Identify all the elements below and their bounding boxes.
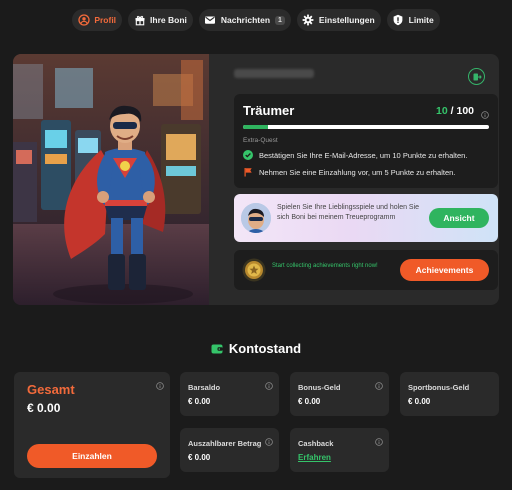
quest-info-icon[interactable] [481,106,489,124]
quest-score: 10 / 100 [436,105,474,117]
mail-icon [204,14,217,27]
quest-task-email-text: Bestätigen Sie Ihre E-Mail-Adresse, um 1… [259,150,468,160]
balance-value: € 0.00 [188,453,211,462]
wallet-icon [211,344,223,354]
logout-button[interactable] [468,68,485,85]
medal-icon [242,258,266,282]
tab-einstellungen-label: Einstellungen [318,15,375,25]
achievements-card: Start collecting achievements right now!… [234,250,498,290]
balance-card-auszahlbarer-betrag: Auszahlbarer Betrag € 0.00 [180,428,279,472]
tab-limite-label: Limite [408,15,434,25]
balance-card-cashback: Cashback Erfahren [290,428,389,472]
achievements-button[interactable]: Achievements [400,259,489,281]
tab-profil[interactable]: Profil [72,9,123,31]
info-icon[interactable] [265,433,273,451]
tab-limite[interactable]: Limite [386,9,440,31]
username-blurred [234,69,314,78]
total-balance-value: € 0.00 [27,401,61,415]
tab-einstellungen[interactable]: Einstellungen [296,9,381,31]
balance-card-bonus-geld: Bonus-Geld € 0.00 [290,372,389,416]
logout-icon [473,73,482,80]
quest-progress-fill [243,125,268,129]
balance-card-sportbonus-geld: Sportbonus-Geld € 0.00 [400,372,499,416]
quest-title: Träumer [243,103,295,118]
user-circle-icon [77,14,90,27]
balance-label: Cashback [298,439,334,448]
account-title-text: Kontostand [228,341,302,356]
view-loyalty-button[interactable]: Ansicht [429,208,489,228]
quest-card: Träumer 10 / 100 Extra-Quest Bestätigen … [234,94,498,188]
gift-icon [133,14,146,27]
balance-value: € 0.00 [298,397,321,406]
loyalty-promo-text: Spielen Sie Ihre Lieblingsspiele und hol… [277,204,420,221]
info-icon[interactable] [265,377,273,395]
deposit-button[interactable]: Einzahlen [27,444,157,468]
tab-ihre-boni-label: Ihre Boni [150,15,187,25]
balance-label: Sportbonus-Geld [408,383,470,392]
balance-label: Auszahlbarer Betrag [188,439,262,448]
quest-task-deposit-text: Nehmen Sie eine Einzahlung vor, um 5 Pun… [259,167,456,177]
flag-icon [244,168,252,177]
mascot-avatar [241,203,271,233]
cashback-learn-more-link[interactable]: Erfahren [298,453,331,462]
info-icon[interactable] [156,377,164,395]
profile-details: Träumer 10 / 100 Extra-Quest Bestätigen … [223,54,499,305]
info-icon[interactable] [375,377,383,395]
quest-task-deposit: Nehmen Sie eine Einzahlung vor, um 5 Pun… [243,167,455,177]
gear-icon [302,14,315,27]
balance-label: Bonus-Geld [298,383,341,392]
quest-subheading: Extra-Quest [243,137,278,144]
loyalty-promo-banner: Spielen Sie Ihre Lieblingsspiele und hol… [234,194,498,242]
quest-progress-bar [243,125,489,129]
quest-score-total: / 100 [450,105,474,117]
superhero-illustration [13,54,209,305]
total-balance-label: Gesamt [27,382,75,397]
profile-hero-card: Träumer 10 / 100 Extra-Quest Bestätigen … [13,54,499,305]
profile-nav: Profil Ihre Boni Nachrichten 1 Einstellu… [0,9,512,31]
balance-value: € 0.00 [188,397,211,406]
unread-count-badge: 1 [275,15,285,25]
balance-card-barsaldo: Barsaldo € 0.00 [180,372,279,416]
tab-nachrichten[interactable]: Nachrichten 1 [198,9,291,31]
balance-value: € 0.00 [408,397,431,406]
info-icon[interactable] [375,433,383,451]
quest-task-email: Bestätigen Sie Ihre E-Mail-Adresse, um 1… [243,150,467,160]
tab-profil-label: Profil [94,15,117,25]
quest-score-current: 10 [436,105,448,117]
account-section-title: Kontostand [0,341,512,356]
total-balance-card: Gesamt € 0.00 Einzahlen [14,372,170,478]
shield-icon [392,14,405,27]
tab-ihre-boni[interactable]: Ihre Boni [128,9,193,31]
achievements-text: Start collecting achievements right now! [272,263,378,269]
tab-nachrichten-label: Nachrichten [220,15,271,25]
check-circle-icon [243,150,253,160]
balance-label: Barsaldo [188,383,221,392]
